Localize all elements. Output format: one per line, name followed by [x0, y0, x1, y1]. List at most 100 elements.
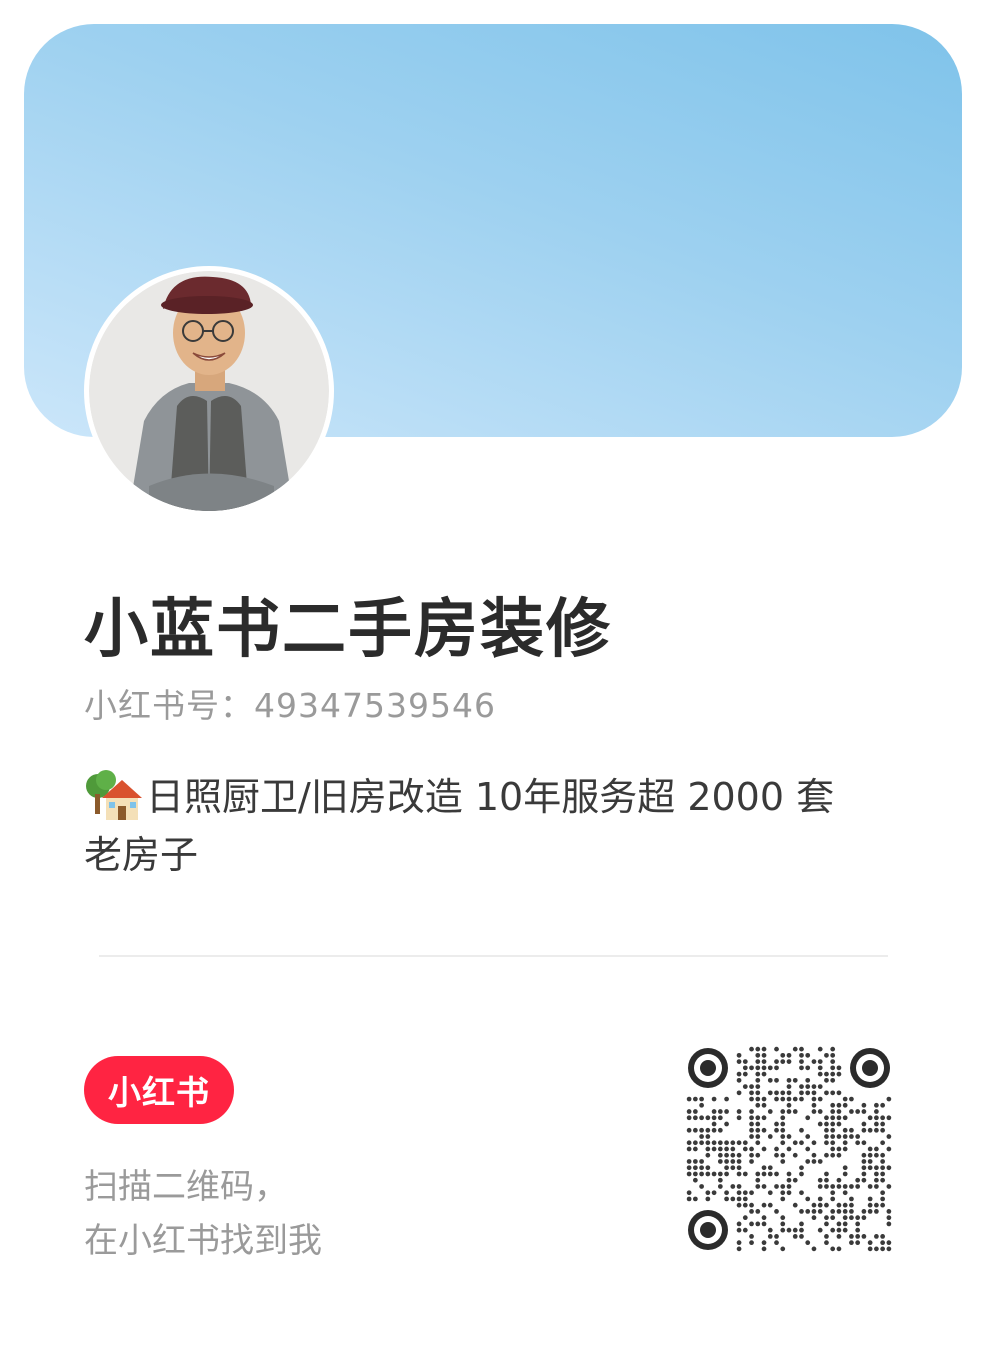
- qr-module: [761, 1102, 767, 1108]
- qr-module: [855, 1140, 861, 1146]
- qr-module: [836, 1177, 842, 1183]
- qr-module: [686, 1140, 692, 1146]
- qr-module: [780, 1227, 786, 1233]
- qr-module: [749, 1146, 754, 1152]
- qr-module: [880, 1246, 886, 1252]
- qr-module: [849, 1109, 854, 1114]
- qr-module: [786, 1171, 792, 1177]
- qr-module: [761, 1165, 767, 1171]
- qr-module: [730, 1159, 736, 1164]
- scan-line-2: 在小红书找到我: [84, 1221, 322, 1261]
- qr-module: [817, 1071, 823, 1077]
- qr-module: [755, 1084, 761, 1089]
- qr-module: [780, 1140, 786, 1146]
- qr-module: [742, 1227, 748, 1233]
- qr-module: [786, 1090, 792, 1096]
- qr-module: [730, 1184, 736, 1189]
- qr-code[interactable]: [686, 1046, 892, 1252]
- qr-module: [817, 1177, 823, 1183]
- qr-module: [724, 1165, 729, 1171]
- qr-module: [880, 1165, 886, 1171]
- qr-module: [767, 1165, 773, 1171]
- qr-module: [880, 1127, 886, 1133]
- qr-module: [699, 1165, 704, 1171]
- qr-module: [705, 1196, 711, 1202]
- qr-module: [830, 1059, 836, 1064]
- qr-module: [861, 1121, 867, 1127]
- qr-module: [836, 1227, 842, 1233]
- qr-finder-top-right: [850, 1048, 890, 1088]
- qr-module: [799, 1065, 804, 1071]
- qr-module: [830, 1046, 836, 1052]
- qr-module: [811, 1202, 817, 1208]
- qr-module: [830, 1077, 836, 1083]
- qr-module: [849, 1240, 854, 1246]
- qr-module: [730, 1165, 736, 1171]
- qr-module: [836, 1102, 842, 1108]
- qr-module: [692, 1096, 698, 1102]
- qr-module: [780, 1109, 786, 1114]
- qr-module: [761, 1115, 767, 1121]
- qr-module: [699, 1096, 704, 1102]
- qr-module: [780, 1159, 786, 1164]
- qr-module: [761, 1065, 767, 1071]
- qr-module: [749, 1221, 754, 1227]
- qr-module: [736, 1077, 742, 1083]
- qr-module: [749, 1209, 754, 1214]
- qr-module: [886, 1221, 892, 1227]
- qr-module: [849, 1134, 854, 1139]
- qr-module: [811, 1215, 817, 1221]
- qr-module: [761, 1052, 767, 1058]
- qr-module: [724, 1152, 729, 1158]
- qr-module: [686, 1096, 692, 1102]
- qr-module: [774, 1171, 779, 1177]
- qr-module: [780, 1184, 786, 1189]
- qr-module: [874, 1177, 879, 1183]
- qr-module: [836, 1246, 842, 1252]
- qr-module: [767, 1234, 773, 1239]
- qr-module: [717, 1140, 723, 1146]
- qr-module: [799, 1090, 804, 1096]
- qr-module: [767, 1065, 773, 1071]
- qr-module: [792, 1096, 798, 1102]
- qr-module: [886, 1215, 892, 1221]
- qr-module: [774, 1152, 779, 1158]
- qr-module: [717, 1184, 723, 1189]
- qr-module: [736, 1246, 742, 1252]
- qr-module: [736, 1159, 742, 1164]
- qr-module: [699, 1134, 704, 1139]
- qr-module: [874, 1102, 879, 1108]
- qr-module: [724, 1171, 729, 1177]
- qr-module: [692, 1177, 698, 1183]
- qr-module: [774, 1065, 779, 1071]
- qr-module: [880, 1171, 886, 1177]
- qr-module: [692, 1165, 698, 1171]
- qr-module: [880, 1190, 886, 1196]
- qr-module: [705, 1190, 711, 1196]
- avatar[interactable]: [84, 266, 334, 516]
- qr-module: [724, 1190, 729, 1196]
- qr-module: [736, 1221, 742, 1227]
- qr-module: [830, 1140, 836, 1146]
- qr-module: [755, 1152, 761, 1158]
- qr-module: [886, 1115, 892, 1121]
- qr-module: [755, 1171, 761, 1177]
- qr-module: [755, 1184, 761, 1189]
- qr-module: [699, 1102, 704, 1108]
- qr-module: [761, 1215, 767, 1221]
- qr-module: [830, 1209, 836, 1214]
- qr-module: [774, 1184, 779, 1189]
- qr-module: [817, 1059, 823, 1064]
- qr-module: [786, 1077, 792, 1083]
- qr-module: [780, 1152, 786, 1158]
- qr-module: [774, 1121, 779, 1127]
- qr-module: [824, 1240, 829, 1246]
- qr-module: [755, 1121, 761, 1127]
- qr-module: [824, 1215, 829, 1221]
- qr-module: [749, 1159, 754, 1164]
- qr-module: [805, 1052, 811, 1058]
- qr-module: [730, 1196, 736, 1202]
- qr-module: [874, 1202, 879, 1208]
- qr-module: [867, 1202, 873, 1208]
- qr-module: [749, 1202, 754, 1208]
